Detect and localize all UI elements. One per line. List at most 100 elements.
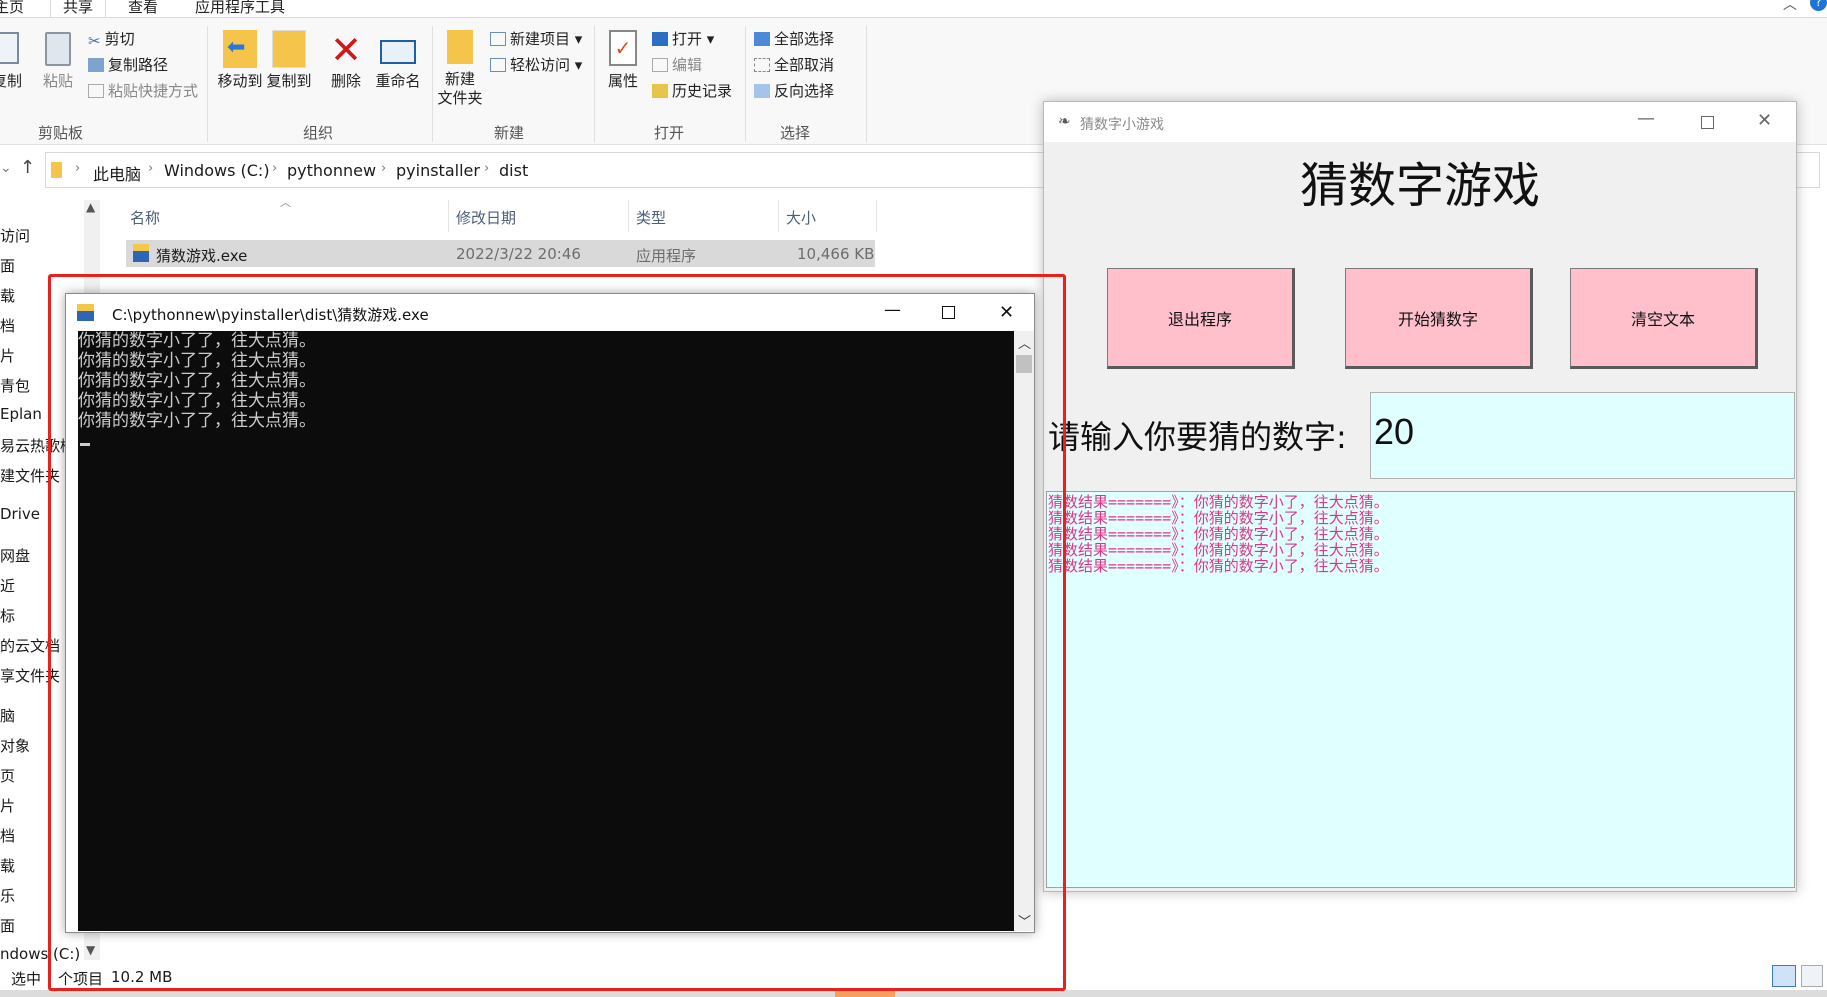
recent-locations-icon[interactable]: ⌄ <box>0 160 12 176</box>
nav-item[interactable]: 青包 <box>0 375 30 396</box>
scroll-down-icon[interactable]: ﹀ <box>1018 911 1031 930</box>
column-header-type[interactable]: 类型 <box>636 207 666 228</box>
nav-item[interactable]: 载 <box>0 285 15 306</box>
maximize-icon[interactable] <box>942 306 955 319</box>
delete-button[interactable]: ✕ 删除 <box>326 30 366 91</box>
scroll-up-icon[interactable]: ︿ <box>1018 333 1031 352</box>
nav-item[interactable]: 享文件夹 <box>0 665 60 686</box>
tab-home[interactable]: 主页 <box>0 0 24 17</box>
easy-access-button[interactable]: 轻松访问 ▾ <box>490 54 582 76</box>
nav-item[interactable]: 页 <box>0 765 15 786</box>
tab-share[interactable]: 共享 <box>50 0 107 17</box>
result-text-area[interactable]: 猜数结果=======》：你猜的数字小了，往大点猜。 猜数结果=======》：… <box>1046 491 1795 888</box>
nav-item[interactable]: 档 <box>0 825 15 846</box>
invert-selection-icon <box>754 84 770 98</box>
copy-button[interactable]: 复制 <box>0 32 22 91</box>
python-exe-icon <box>133 244 149 262</box>
nav-item[interactable]: 脑 <box>0 705 15 726</box>
nav-item[interactable]: 载 <box>0 855 15 876</box>
nav-item[interactable]: 档 <box>0 315 15 336</box>
breadcrumb-pyinstaller[interactable]: pyinstaller <box>396 161 480 180</box>
edit-button[interactable]: 编辑 <box>652 54 702 76</box>
up-arrow-icon[interactable]: ↑ <box>20 157 35 178</box>
breadcrumb-this-pc[interactable]: 此电脑 <box>93 161 141 185</box>
move-to-button[interactable]: ⬅ 移动到 <box>216 30 264 91</box>
nav-item[interactable]: 对象 <box>0 735 30 756</box>
breadcrumb-windows-c[interactable]: Windows (C:) <box>164 161 270 180</box>
nav-item[interactable]: 片 <box>0 795 15 816</box>
nav-item[interactable]: 近 <box>0 575 15 596</box>
game-heading: 猜数字游戏 <box>1299 158 1540 214</box>
column-header-size[interactable]: 大小 <box>786 207 816 228</box>
select-all-button[interactable]: 全部选择 <box>754 28 834 50</box>
paste-shortcut-button[interactable]: 粘贴快捷方式 <box>88 80 198 102</box>
console-line: 你猜的数字小了了，往大点猜。 <box>78 331 316 351</box>
status-selected: 选中 <box>11 970 42 988</box>
column-header-date[interactable]: 修改日期 <box>456 207 516 228</box>
cut-button[interactable]: ✂ 剪切 <box>88 28 135 50</box>
guess-number-input[interactable]: 20 <box>1370 392 1795 479</box>
properties-button[interactable]: ✓ 属性 <box>603 30 643 91</box>
nav-item[interactable]: 易云热歌榜 <box>0 435 75 456</box>
tab-view[interactable]: 查看 <box>128 0 158 17</box>
nav-item[interactable]: Eplan <box>0 405 42 423</box>
new-folder-button[interactable]: 新建 文件夹 <box>436 30 484 108</box>
paste-button[interactable]: 粘贴 <box>40 32 76 91</box>
details-view-icon[interactable] <box>1772 965 1796 987</box>
group-divider <box>866 26 867 142</box>
game-title-bar: ❧ 猜数字小游戏 — ✕ <box>1044 102 1796 142</box>
rename-button[interactable]: 重命名 <box>372 30 424 91</box>
column-header-name[interactable]: 名称 <box>130 207 160 228</box>
open-button[interactable]: 打开 ▾ <box>652 28 714 50</box>
breadcrumb-pythonnew[interactable]: pythonnew <box>287 161 376 180</box>
large-icons-view-icon[interactable] <box>1801 965 1823 987</box>
copy-path-button[interactable]: 复制路径 <box>88 54 168 76</box>
history-button[interactable]: 历史记录 <box>652 80 732 102</box>
nav-item[interactable]: 访问 <box>0 225 30 246</box>
close-icon[interactable]: ✕ <box>1757 110 1772 131</box>
nav-item[interactable]: 建文件夹 <box>0 465 60 486</box>
console-output[interactable]: 你猜的数字小了了，往大点猜。 你猜的数字小了了，往大点猜。 你猜的数字小了了，往… <box>78 331 1014 931</box>
breadcrumb-separator: › <box>484 161 490 176</box>
move-to-icon: ⬅ <box>223 30 257 68</box>
tab-app-tools[interactable]: 应用程序工具 <box>195 0 285 17</box>
collapse-ribbon-icon[interactable]: ︿ <box>1783 0 1797 14</box>
column-divider[interactable] <box>628 200 629 232</box>
clear-text-button[interactable]: 清空文本 <box>1570 268 1758 369</box>
scroll-up-icon[interactable]: ▲ <box>86 200 95 214</box>
start-guess-button[interactable]: 开始猜数字 <box>1345 268 1533 369</box>
invert-selection-button[interactable]: 反向选择 <box>754 80 834 102</box>
nav-item[interactable]: Drive <box>0 505 40 523</box>
close-icon[interactable]: ✕ <box>999 302 1014 323</box>
copy-to-icon <box>272 30 306 68</box>
column-divider[interactable] <box>876 200 877 232</box>
scissors-icon: ✂ <box>88 32 101 50</box>
select-none-button[interactable]: 全部取消 <box>754 54 834 76</box>
nav-item[interactable]: 的云文档 <box>0 635 60 656</box>
copy-to-button[interactable]: 复制到 <box>265 30 313 91</box>
nav-item[interactable]: 片 <box>0 345 15 366</box>
help-icon[interactable]: ? <box>1810 0 1827 11</box>
minimize-icon[interactable]: — <box>1637 108 1655 129</box>
nav-item[interactable]: 面 <box>0 915 15 936</box>
maximize-icon[interactable] <box>1701 116 1714 129</box>
console-scrollbar[interactable]: ︿ ﹀ <box>1014 331 1034 931</box>
new-item-button[interactable]: 新建项目 ▾ <box>490 28 582 50</box>
breadcrumb-dist[interactable]: dist <box>499 161 528 180</box>
rename-icon <box>380 40 416 64</box>
nav-item[interactable]: 标 <box>0 605 15 626</box>
nav-item[interactable]: 乐 <box>0 885 15 906</box>
group-label-select: 选择 <box>780 124 811 142</box>
nav-item[interactable]: 面 <box>0 255 15 276</box>
column-divider[interactable] <box>778 200 779 232</box>
delete-x-icon: ✕ <box>330 28 362 72</box>
nav-item[interactable]: 网盘 <box>0 545 30 566</box>
nav-item[interactable]: ndows (C:) <box>0 945 80 963</box>
column-divider[interactable] <box>448 200 449 232</box>
text-cursor <box>80 443 90 446</box>
minimize-icon[interactable]: — <box>884 300 901 320</box>
exit-program-button[interactable]: 退出程序 <box>1107 268 1295 369</box>
group-label-clipboard: 剪贴板 <box>38 124 84 142</box>
scroll-down-icon[interactable]: ▼ <box>86 943 95 957</box>
scroll-thumb[interactable] <box>1016 355 1032 373</box>
